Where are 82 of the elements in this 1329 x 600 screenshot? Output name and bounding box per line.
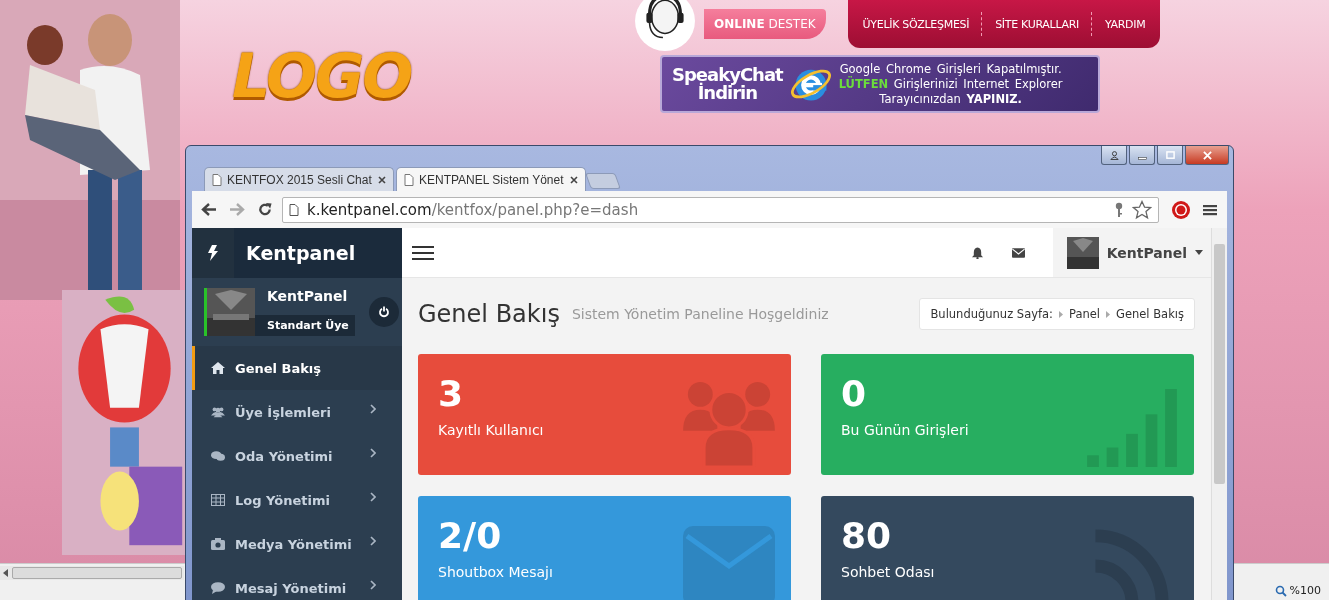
menu-icon[interactable] xyxy=(1203,202,1217,217)
zoom-level[interactable]: %100 xyxy=(1274,584,1321,597)
scroll-left-icon[interactable] xyxy=(3,569,9,577)
browser-tab[interactable]: KENTFOX 2015 Sesli Chat xyxy=(204,167,394,191)
power-icon xyxy=(377,306,390,318)
stat-value: 80 xyxy=(841,518,893,554)
sidebar-item[interactable]: Üye İşlemleri xyxy=(192,390,402,434)
chevron-icon xyxy=(370,448,376,458)
close-tab-icon[interactable] xyxy=(570,175,578,184)
triangle-icon xyxy=(1106,310,1110,318)
chevron-icon xyxy=(370,536,376,546)
minimize-icon xyxy=(1137,156,1147,160)
user-name: KentPanel xyxy=(266,288,349,304)
user-button[interactable] xyxy=(1101,146,1127,165)
brand-name[interactable]: Kentpanel xyxy=(234,228,402,278)
browser-tab[interactable]: KENTPANEL Sistem Yönet xyxy=(396,167,586,191)
power-button[interactable] xyxy=(368,297,399,327)
table-icon xyxy=(211,494,225,506)
reload-icon[interactable] xyxy=(257,202,273,217)
sidebar-item[interactable]: Log Yönetimi xyxy=(192,478,402,522)
close-tab-icon[interactable] xyxy=(378,175,386,184)
nav-link[interactable]: YARDIM xyxy=(1105,17,1146,31)
banner-subtitle: İndirin xyxy=(697,84,758,102)
envelope-icon[interactable] xyxy=(1011,246,1025,259)
caret-icon xyxy=(1195,250,1203,255)
banner-text: Google Chrome Girişleri Kapatılmıştır. xyxy=(839,61,1062,76)
stat-value: 3 xyxy=(438,376,465,412)
stat-value: 0 xyxy=(841,376,868,412)
banner-text: LÜTFEN Girişlerinizi Internet Explorer xyxy=(838,76,1063,92)
triangle-icon xyxy=(1059,310,1063,318)
page-icon xyxy=(212,173,222,186)
comment-icon xyxy=(211,582,225,594)
headset-icon xyxy=(634,0,696,52)
chevron-icon xyxy=(370,404,376,414)
users-icon xyxy=(683,381,775,467)
scrollbar[interactable] xyxy=(0,566,184,580)
home-icon xyxy=(211,362,225,374)
sidebar-item[interactable]: Genel Bakış xyxy=(192,346,402,390)
user-icon xyxy=(1109,150,1119,160)
breadcrumb-label: Bulunduğunuz Sayfa: xyxy=(930,307,1053,321)
bolt-icon xyxy=(208,245,218,261)
breadcrumb-link[interactable]: Panel xyxy=(1069,307,1100,321)
stat-label: Kayıtlı Kullanıcı xyxy=(438,422,544,438)
stat-label: Bu Günün Girişleri xyxy=(841,422,969,438)
maximize-icon xyxy=(1165,150,1175,160)
stat-label: Sohbet Odası xyxy=(841,564,935,580)
logo: LOGO xyxy=(232,46,412,106)
page-subtitle: Sistem Yönetim Paneline Hoşgeldiniz xyxy=(571,306,829,322)
sidebar-item[interactable]: Oda Yönetimi xyxy=(192,434,402,478)
nav-link[interactable]: ÜYELİK SÖZLEŞMESİ xyxy=(862,17,970,31)
camera-icon xyxy=(211,538,225,550)
banner-text: Tarayıcınızdan YAPINIZ. xyxy=(879,91,1022,107)
nav-link[interactable]: SİTE KURALLARI xyxy=(995,17,1079,31)
account-menu[interactable]: KentPanel xyxy=(1052,228,1211,277)
user-role: Standart Üye xyxy=(255,315,355,336)
scrollbar[interactable] xyxy=(1211,228,1227,600)
close-button[interactable] xyxy=(1185,146,1229,165)
maximize-button[interactable] xyxy=(1157,146,1183,165)
zoom-icon xyxy=(1274,584,1287,597)
users-icon xyxy=(211,406,225,418)
stat-value: 2/0 xyxy=(438,518,503,554)
bell-icon[interactable] xyxy=(970,246,984,259)
sidebar-item[interactable]: Mesaj Yönetimi xyxy=(192,566,402,600)
chat-icon xyxy=(211,450,225,462)
page-title: Genel Bakış xyxy=(418,300,560,328)
close-icon xyxy=(1202,150,1212,160)
stat-label: Shoutbox Mesajı xyxy=(438,564,553,580)
chevron-icon xyxy=(370,580,376,590)
sidebar-item[interactable]: Medya Yönetimi xyxy=(192,522,402,566)
download-banner[interactable]: SpeakyChat İndirin Google Chrome Girişleri Kapatılmıştır. LÜTFEN Girişlerinizi Internet Explorer Tarayıcınızdan YAPINIZ. xyxy=(660,55,1100,113)
back-icon[interactable] xyxy=(201,202,217,217)
page-icon xyxy=(289,203,299,216)
menu-icon[interactable] xyxy=(412,244,434,261)
breadcrumb-link[interactable]: Genel Bakış xyxy=(1116,307,1184,321)
chevron-icon xyxy=(370,492,376,502)
banner-title: SpeakyChat xyxy=(672,66,783,84)
key-icon[interactable] xyxy=(1114,201,1124,218)
address-bar[interactable]: k.kentpanel.com/kentfox/panel.php?e=dash xyxy=(282,196,1159,223)
star-icon[interactable] xyxy=(1132,199,1152,220)
stop-sign-icon[interactable] xyxy=(1171,199,1191,220)
page-icon xyxy=(404,173,414,186)
minimize-button[interactable] xyxy=(1129,146,1155,165)
